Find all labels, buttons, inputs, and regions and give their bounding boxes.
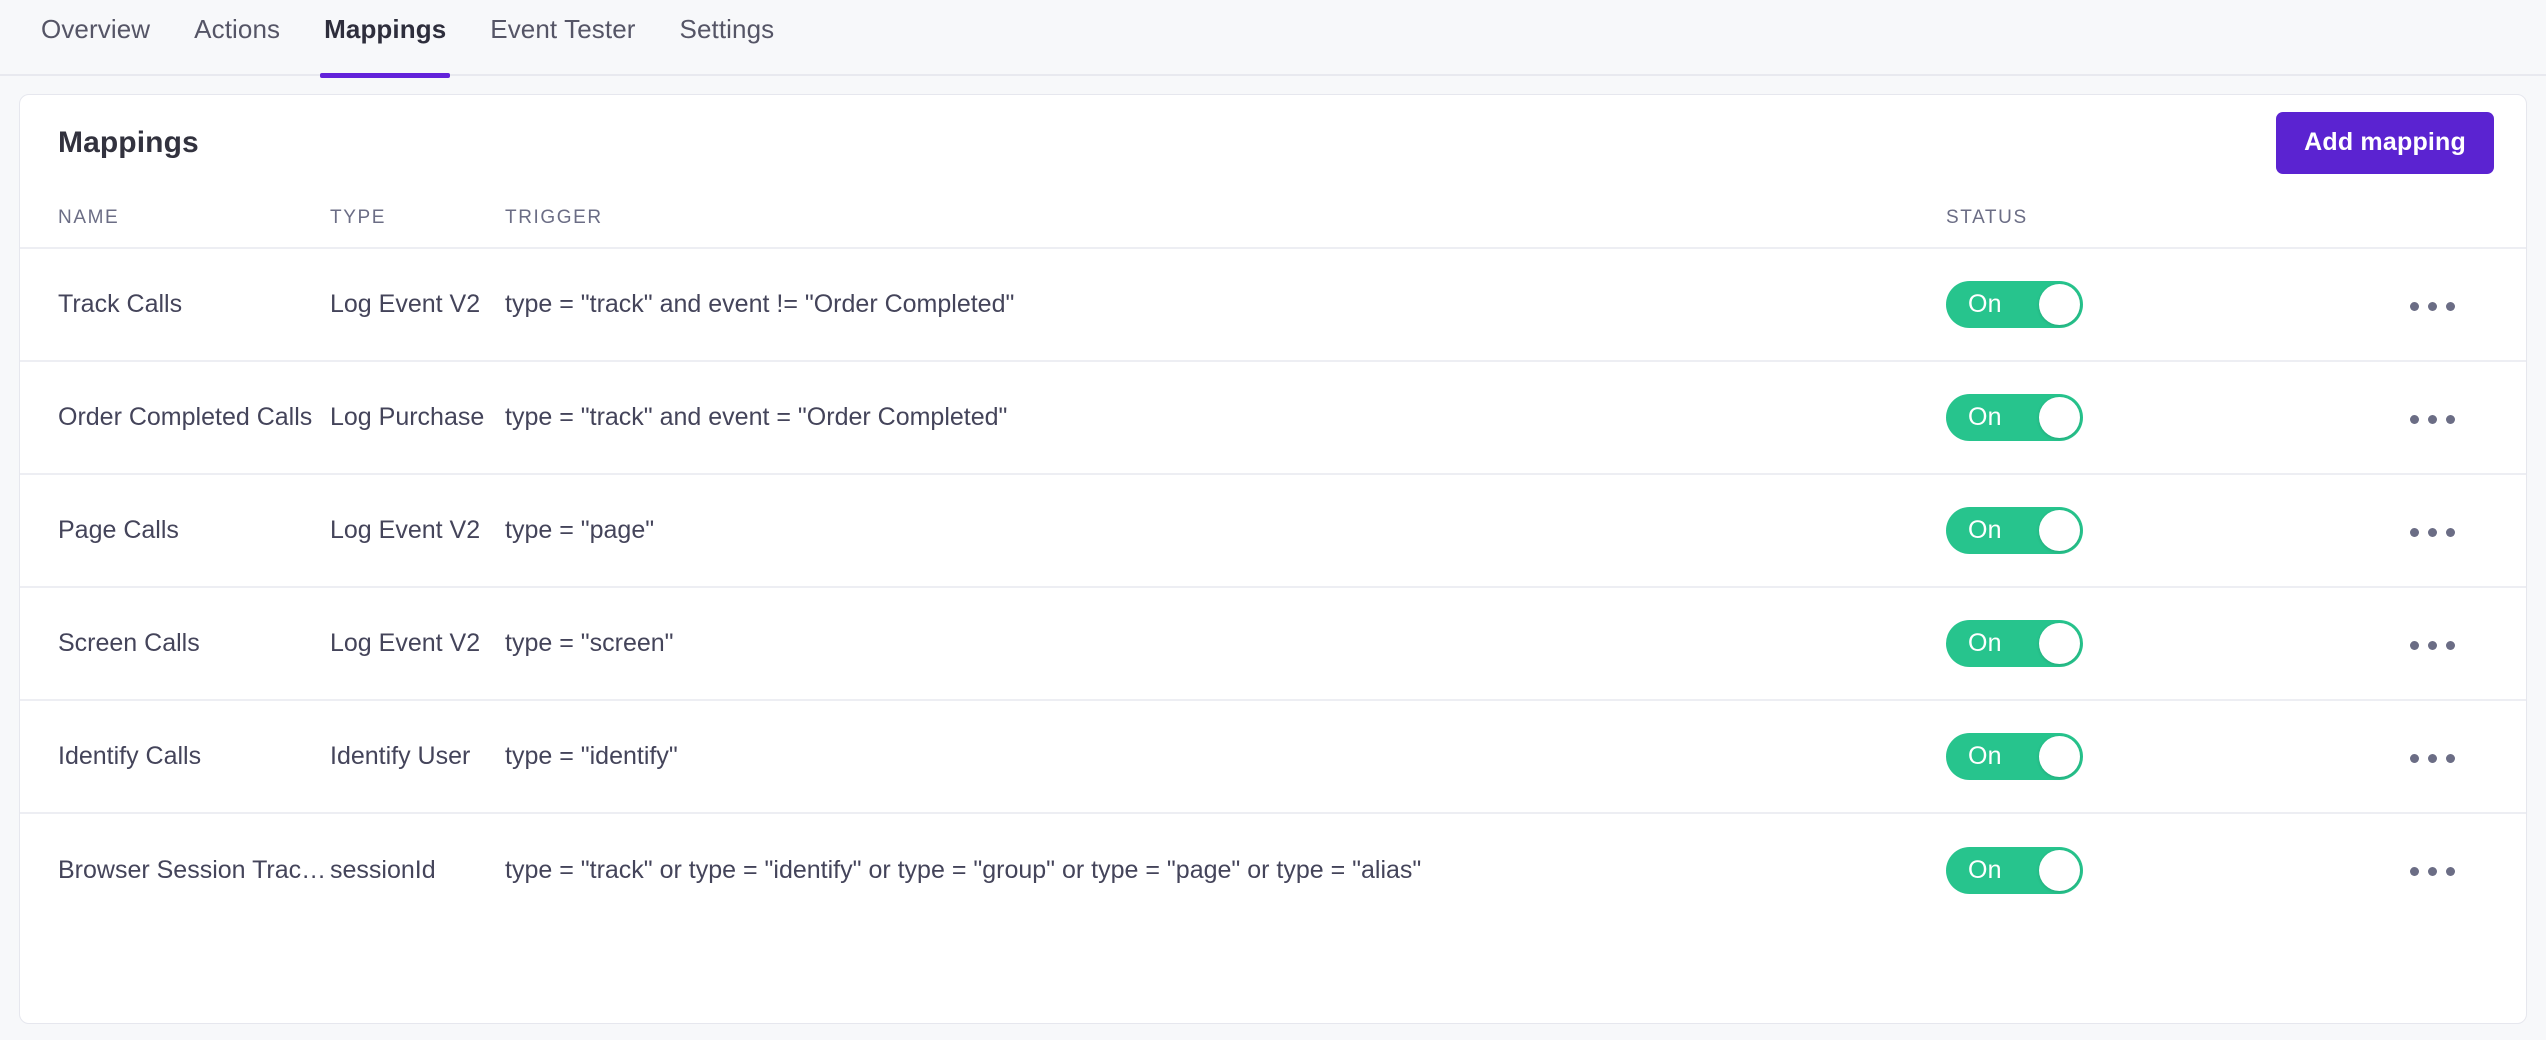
tab-settings[interactable]: Settings <box>658 0 797 76</box>
mapping-trigger: type = "track" and event = "Order Comple… <box>505 361 1946 475</box>
status-toggle-knob <box>2039 736 2080 777</box>
status-toggle-label: On <box>1968 629 2002 657</box>
table-row: Screen Calls Log Event V2 type = "screen… <box>20 587 2526 701</box>
mapping-actions-cell <box>2406 248 2526 362</box>
add-mapping-button[interactable]: Add mapping <box>2276 111 2494 174</box>
status-toggle[interactable]: On <box>1946 846 2083 894</box>
mapping-type: Log Event V2 <box>330 587 505 701</box>
mapping-name: Screen Calls <box>20 587 330 701</box>
mapping-trigger: type = "screen" <box>505 587 1946 701</box>
column-header-trigger: TRIGGER <box>505 190 1946 249</box>
table-header: NAME TYPE TRIGGER STATUS <box>20 190 2526 249</box>
mapping-trigger: type = "page" <box>505 474 1946 588</box>
mapping-name: Browser Session Tracking <box>58 855 330 884</box>
page-title: Mappings <box>58 125 199 159</box>
row-menu-icon[interactable] <box>2406 405 2459 434</box>
tab-overview[interactable]: Overview <box>19 0 172 76</box>
mapping-trigger: type = "identify" <box>505 700 1946 814</box>
status-toggle[interactable]: On <box>1946 507 2083 554</box>
tab-overview-label: Overview <box>41 14 151 44</box>
mapping-type: Log Purchase <box>330 361 505 475</box>
row-menu-icon[interactable] <box>2406 631 2459 660</box>
mapping-actions-cell <box>2406 700 2526 814</box>
table-body: Track Calls Log Event V2 type = "track" … <box>20 248 2526 926</box>
mapping-status-cell: On <box>1946 361 2406 475</box>
table-row: Browser Session Tracking sessionId type … <box>20 813 2526 926</box>
mapping-type: Log Event V2 <box>330 474 505 588</box>
mapping-status-cell: On <box>1946 700 2406 814</box>
row-menu-icon[interactable] <box>2406 518 2459 547</box>
table-row: Identify Calls Identify User type = "ide… <box>20 700 2526 814</box>
row-menu-icon[interactable] <box>2406 744 2459 773</box>
status-toggle-knob <box>2039 284 2080 325</box>
card-header: Mappings Add mapping <box>20 95 2526 190</box>
column-header-status: STATUS <box>1946 190 2406 249</box>
tab-event-tester-label: Event Tester <box>490 14 636 44</box>
status-toggle-label: On <box>1968 742 2002 770</box>
table-row: Order Completed Calls Log Purchase type … <box>20 361 2526 475</box>
mapping-actions-cell <box>2406 361 2526 475</box>
column-header-name: NAME <box>20 190 330 249</box>
column-header-actions <box>2406 190 2526 249</box>
tab-mappings[interactable]: Mappings <box>302 0 468 78</box>
mapping-trigger: type = "track" and event != "Order Compl… <box>505 248 1946 362</box>
status-toggle-knob <box>2039 623 2080 664</box>
tab-mappings-label: Mappings <box>324 14 447 44</box>
mapping-name: Order Completed Calls <box>20 361 330 475</box>
mapping-type: Identify User <box>330 700 505 814</box>
mapping-name: Identify Calls <box>20 700 330 814</box>
tab-settings-label: Settings <box>679 14 775 44</box>
tab-event-tester[interactable]: Event Tester <box>468 0 657 76</box>
status-toggle[interactable]: On <box>1946 733 2083 780</box>
status-toggle[interactable]: On <box>1946 394 2083 441</box>
table-row: Track Calls Log Event V2 type = "track" … <box>20 248 2526 362</box>
mapping-name: Page Calls <box>20 474 330 588</box>
status-toggle-label: On <box>1968 855 2002 884</box>
mapping-actions-cell <box>2406 587 2526 701</box>
mapping-status-cell: On <box>1946 474 2406 588</box>
status-toggle[interactable]: On <box>1946 620 2083 667</box>
row-menu-icon[interactable] <box>2406 292 2459 321</box>
status-toggle-label: On <box>1968 516 2002 544</box>
mapping-actions-cell <box>2406 813 2526 926</box>
mapping-type: sessionId <box>330 855 436 884</box>
row-menu-icon[interactable] <box>2406 857 2459 886</box>
mapping-status-cell: On <box>1946 587 2406 701</box>
mappings-card: Mappings Add mapping NAME TYPE TRIGGER S… <box>19 94 2527 1024</box>
tab-actions[interactable]: Actions <box>172 0 302 76</box>
mapping-actions-cell <box>2406 474 2526 588</box>
status-toggle-label: On <box>1968 403 2002 431</box>
status-toggle[interactable]: On <box>1946 281 2083 328</box>
mapping-status-cell: On <box>1946 248 2406 362</box>
status-toggle-knob <box>2039 397 2080 438</box>
column-header-type: TYPE <box>330 190 505 249</box>
mapping-trigger: type = "track" or type = "identify" or t… <box>505 855 1422 884</box>
table-header-row: NAME TYPE TRIGGER STATUS <box>20 190 2526 249</box>
mapping-type: Log Event V2 <box>330 248 505 362</box>
tab-actions-label: Actions <box>194 14 281 44</box>
table-row: Page Calls Log Event V2 type = "page" On <box>20 474 2526 588</box>
primary-tab-bar: Overview Actions Mappings Event Tester S… <box>0 0 2546 78</box>
mappings-table: NAME TYPE TRIGGER STATUS Track Calls Log… <box>20 190 2526 926</box>
status-toggle-knob <box>2039 510 2080 551</box>
mapping-status-cell: On <box>1946 813 2406 926</box>
status-toggle-knob <box>2039 849 2080 891</box>
mapping-name: Track Calls <box>20 248 330 362</box>
status-toggle-label: On <box>1968 290 2002 318</box>
